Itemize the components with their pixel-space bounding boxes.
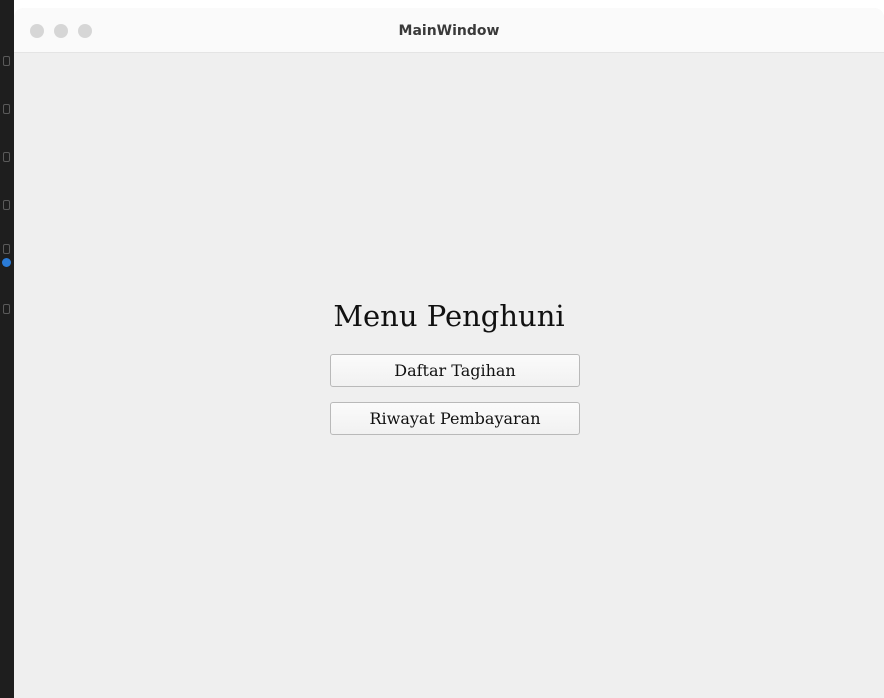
dock-chevron-icon	[3, 200, 10, 210]
background-dock-strip	[0, 0, 14, 698]
dock-notification-badge	[2, 258, 11, 267]
daftar-tagihan-button[interactable]: Daftar Tagihan	[330, 354, 580, 387]
dock-chevron-icon	[3, 56, 10, 66]
dock-app-icon	[3, 152, 10, 162]
window-titlebar[interactable]: MainWindow	[14, 8, 884, 53]
window-title: MainWindow	[398, 23, 500, 39]
window-content: Menu Penghuni Daftar Tagihan Riwayat Pem…	[14, 53, 884, 698]
dock-app-icon	[3, 104, 10, 114]
dock-chevron-icon	[3, 304, 10, 314]
menu-heading: Menu Penghuni	[333, 299, 565, 333]
riwayat-pembayaran-button[interactable]: Riwayat Pembayaran	[330, 402, 580, 435]
main-window: MainWindow Menu Penghuni Daftar Tagihan …	[14, 8, 884, 698]
desktop: MainWindow Menu Penghuni Daftar Tagihan …	[0, 0, 884, 698]
dock-app-icon	[3, 244, 10, 254]
